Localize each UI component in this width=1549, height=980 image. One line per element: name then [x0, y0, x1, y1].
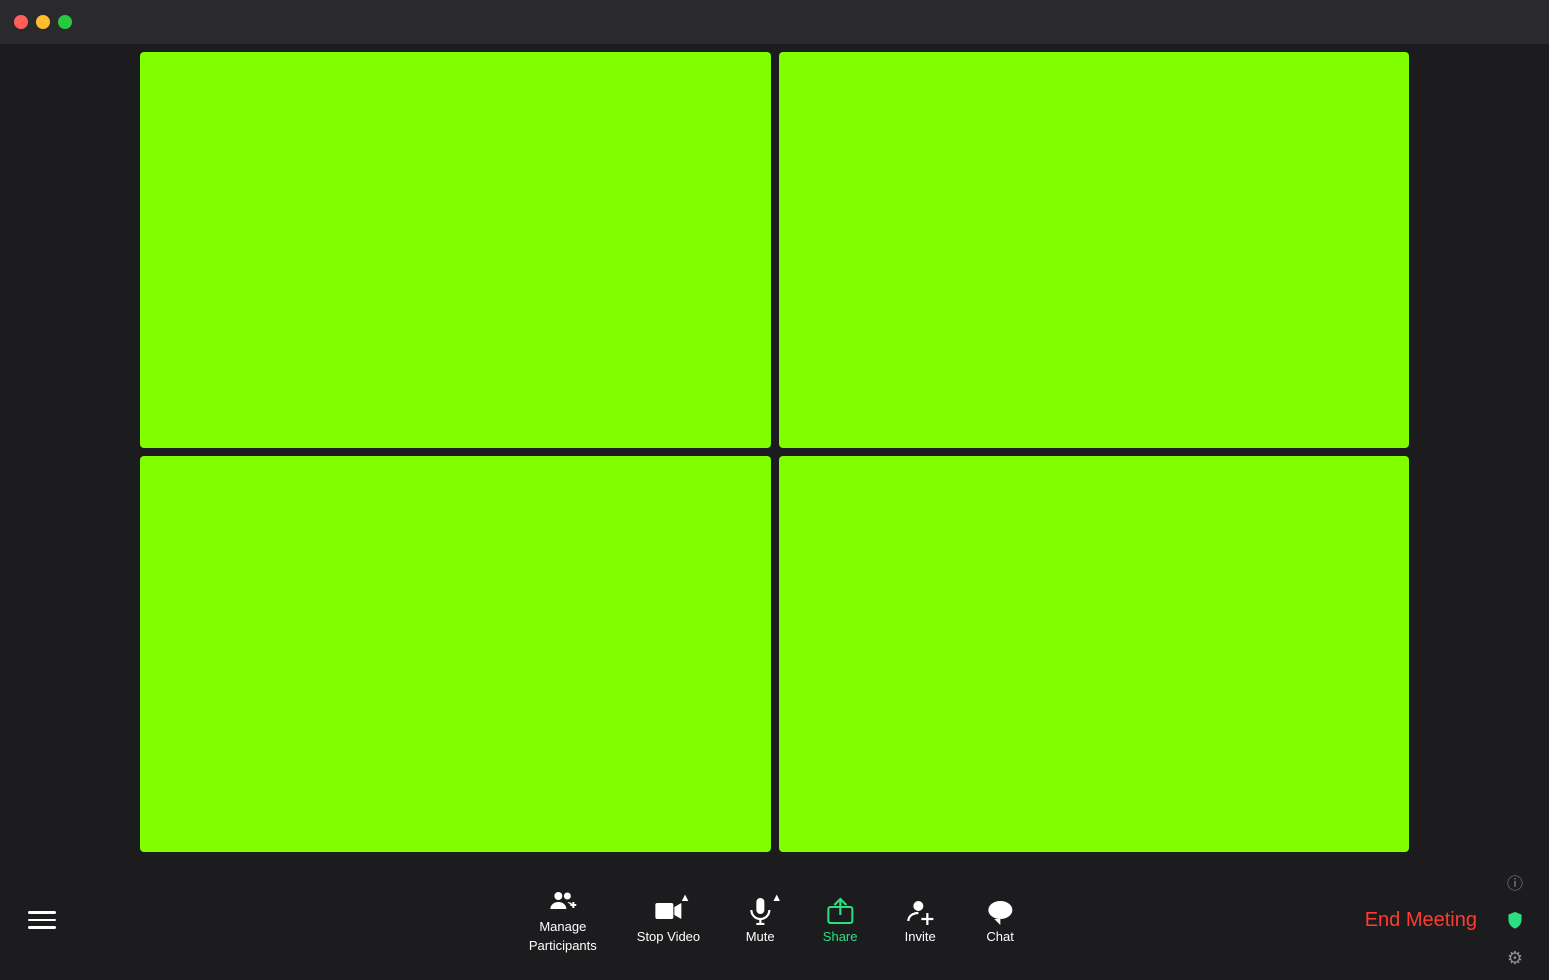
mute-icon: ▲: [746, 897, 774, 925]
video-tile-3: [140, 456, 771, 852]
side-icons: ⓘ ⚙: [1501, 868, 1529, 972]
invite-button[interactable]: Invite: [880, 889, 960, 952]
info-icon[interactable]: ⓘ: [1501, 868, 1529, 896]
share-label: Share: [823, 929, 858, 944]
video-tile-2: [779, 52, 1410, 448]
toolbar-right: End Meeting ⓘ ⚙: [1349, 868, 1529, 972]
video-tile-4: [779, 456, 1410, 852]
manage-participants-label2: Participants: [529, 938, 597, 953]
toolbar: Manage Participants ▲ Stop Video: [0, 860, 1549, 980]
title-bar: [0, 0, 1549, 44]
manage-participants-button[interactable]: Manage Participants: [509, 879, 617, 961]
video-grid: [0, 44, 1549, 860]
invite-icon: [906, 897, 934, 925]
share-icon: [826, 897, 854, 925]
minimize-button[interactable]: [36, 15, 50, 29]
hamburger-menu-button[interactable]: [20, 903, 64, 937]
stop-video-icon: ▲: [654, 897, 682, 925]
hamburger-line-2: [28, 919, 56, 922]
end-meeting-label: End Meeting: [1365, 909, 1477, 931]
shield-icon[interactable]: [1501, 906, 1529, 934]
manage-participants-icon: [549, 887, 577, 915]
hamburger-line-1: [28, 911, 56, 914]
video-tile-1: [140, 52, 771, 448]
toolbar-center-buttons: Manage Participants ▲ Stop Video: [509, 879, 1040, 961]
share-button[interactable]: Share: [800, 889, 880, 952]
manage-participants-label: Manage: [539, 919, 586, 934]
mute-button[interactable]: ▲ Mute: [720, 889, 800, 952]
invite-label: Invite: [905, 929, 936, 944]
chat-icon: [986, 897, 1014, 925]
hamburger-line-3: [28, 926, 56, 929]
close-button[interactable]: [14, 15, 28, 29]
stop-video-button[interactable]: ▲ Stop Video: [617, 889, 720, 952]
mute-label: Mute: [746, 929, 775, 944]
settings-icon[interactable]: ⚙: [1501, 944, 1529, 972]
maximize-button[interactable]: [58, 15, 72, 29]
chat-button[interactable]: Chat: [960, 889, 1040, 952]
end-meeting-button[interactable]: End Meeting: [1349, 901, 1493, 940]
chat-label: Chat: [986, 929, 1013, 944]
stop-video-label: Stop Video: [637, 929, 700, 944]
